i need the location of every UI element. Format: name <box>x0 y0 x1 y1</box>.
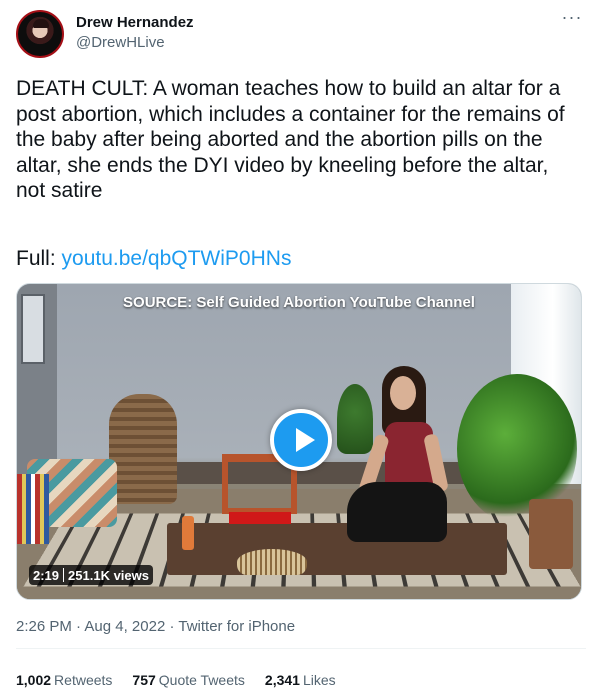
retweets-count: 1,002 <box>16 672 52 688</box>
tweet-date[interactable]: Aug 4, 2022 <box>84 618 165 635</box>
play-icon[interactable] <box>270 409 332 471</box>
video-duration: 2:19 <box>33 567 60 583</box>
tweet-meta: 2:26 PM · Aug 4, 2022 · Twitter for iPho… <box>16 617 295 637</box>
retweets-label: Retweets <box>54 672 113 688</box>
scene-person-legs <box>347 482 447 542</box>
quote-tweets-stat[interactable]: 757 Quote Tweets <box>132 670 245 690</box>
scene-bench <box>167 462 507 484</box>
video-link[interactable]: youtu.be/qbQTWiP0HNs <box>62 247 292 270</box>
likes-count: 2,341 <box>264 672 300 688</box>
tweet-source[interactable]: Twitter for iPhone <box>178 618 295 635</box>
video-badge: 2:19 251.1K views <box>29 565 153 585</box>
author-display-name[interactable]: Drew Hernandez <box>76 13 194 33</box>
quotes-count: 757 <box>132 672 156 688</box>
scene-red-cloth <box>229 512 291 524</box>
tweet-text: DEATH CULT: A woman teaches how to build… <box>16 77 565 202</box>
scene-candle <box>182 516 194 550</box>
likes-label: Likes <box>302 672 336 688</box>
meta-separator: · <box>165 618 179 635</box>
tweet-stats: 1,002 Retweets 757 Quote Tweets 2,341 Likes <box>16 670 336 690</box>
tweet-header: Drew Hernandez @DrewHLive ··· <box>16 8 586 60</box>
badge-divider <box>63 568 65 582</box>
retweets-stat[interactable]: 1,002 Retweets <box>16 670 112 690</box>
full-label: Full: <box>16 247 62 270</box>
scene-books <box>17 474 49 544</box>
scene-pot <box>529 499 573 569</box>
scene-shell <box>237 549 307 575</box>
full-video-line: Full: youtu.be/qbQTWiP0HNs <box>16 246 291 271</box>
scene-plant <box>337 384 373 454</box>
quotes-label: Quote Tweets <box>158 672 245 688</box>
video-views: 251.1K views <box>68 567 149 583</box>
tweet-time[interactable]: 2:26 PM <box>16 618 72 635</box>
author-handle[interactable]: @DrewHLive <box>76 33 194 53</box>
scene-basket <box>109 394 177 504</box>
divider <box>16 648 586 649</box>
scene-person-face <box>390 376 416 410</box>
video-player[interactable]: SOURCE: Self Guided Abortion YouTube Cha… <box>16 283 582 600</box>
meta-separator: · <box>71 618 85 635</box>
more-horizontal-icon[interactable]: ··· <box>560 8 584 28</box>
author-names: Drew Hernandez @DrewHLive <box>76 13 194 53</box>
avatar[interactable] <box>16 10 64 58</box>
video-caption: SOURCE: Self Guided Abortion YouTube Cha… <box>123 294 475 311</box>
likes-stat[interactable]: 2,341 Likes <box>265 670 336 690</box>
scene-mat <box>167 523 507 575</box>
